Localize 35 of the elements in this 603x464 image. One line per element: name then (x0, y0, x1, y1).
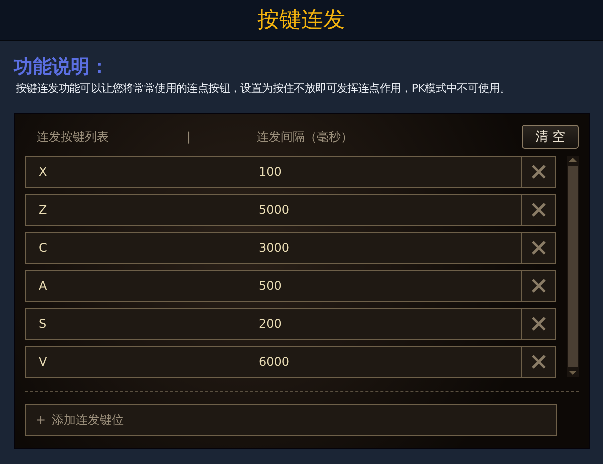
description-text: 按键连发功能可以让您将常常使用的连点按钮，设置为按住不放即可发挥连点作用，PK模式中不可使用。 (16, 81, 512, 97)
close-icon (530, 316, 547, 332)
scrollbar[interactable] (567, 156, 579, 377)
key-row[interactable]: A 500 (25, 270, 556, 302)
scroll-up-icon[interactable] (568, 156, 578, 164)
window-title: 按键连发 (258, 7, 346, 35)
key-cell-text: S (38, 317, 48, 331)
key-row[interactable]: X 100 (25, 156, 556, 188)
close-icon (530, 278, 547, 294)
column-header: 连发间隔（毫秒） (256, 128, 354, 146)
key-cell-text: A (38, 279, 48, 293)
close-icon (530, 240, 547, 256)
key-cell-text: V (38, 355, 48, 369)
interval-cell-text: 100 (258, 165, 283, 179)
scroll-down-icon[interactable] (568, 369, 578, 377)
key-row[interactable]: Z 5000 (25, 194, 556, 226)
column-header: 连发按键列表 (36, 128, 110, 146)
close-icon (530, 164, 547, 180)
interval-cell-text: 500 (258, 279, 283, 293)
key-cell-text: C (38, 241, 48, 255)
key-row[interactable]: C 3000 (25, 232, 556, 264)
interval-cell-text: 200 (258, 317, 283, 331)
clear-button[interactable]: 清 空 (522, 125, 579, 149)
key-row[interactable]: V 6000 (25, 346, 556, 378)
close-icon (530, 202, 547, 218)
key-row[interactable]: S 200 (25, 308, 556, 340)
interval-cell-text: 3000 (258, 241, 291, 255)
interval-cell-text: 6000 (258, 355, 291, 369)
section-heading: 功能说明： (14, 55, 110, 80)
add-key-button[interactable]: + 添加连发键位 (25, 404, 557, 436)
key-cell-text: X (38, 165, 48, 179)
key-cell-text: Z (38, 203, 48, 217)
column-header: | (186, 130, 192, 144)
close-icon (530, 354, 547, 370)
interval-cell-text: 5000 (258, 203, 291, 217)
